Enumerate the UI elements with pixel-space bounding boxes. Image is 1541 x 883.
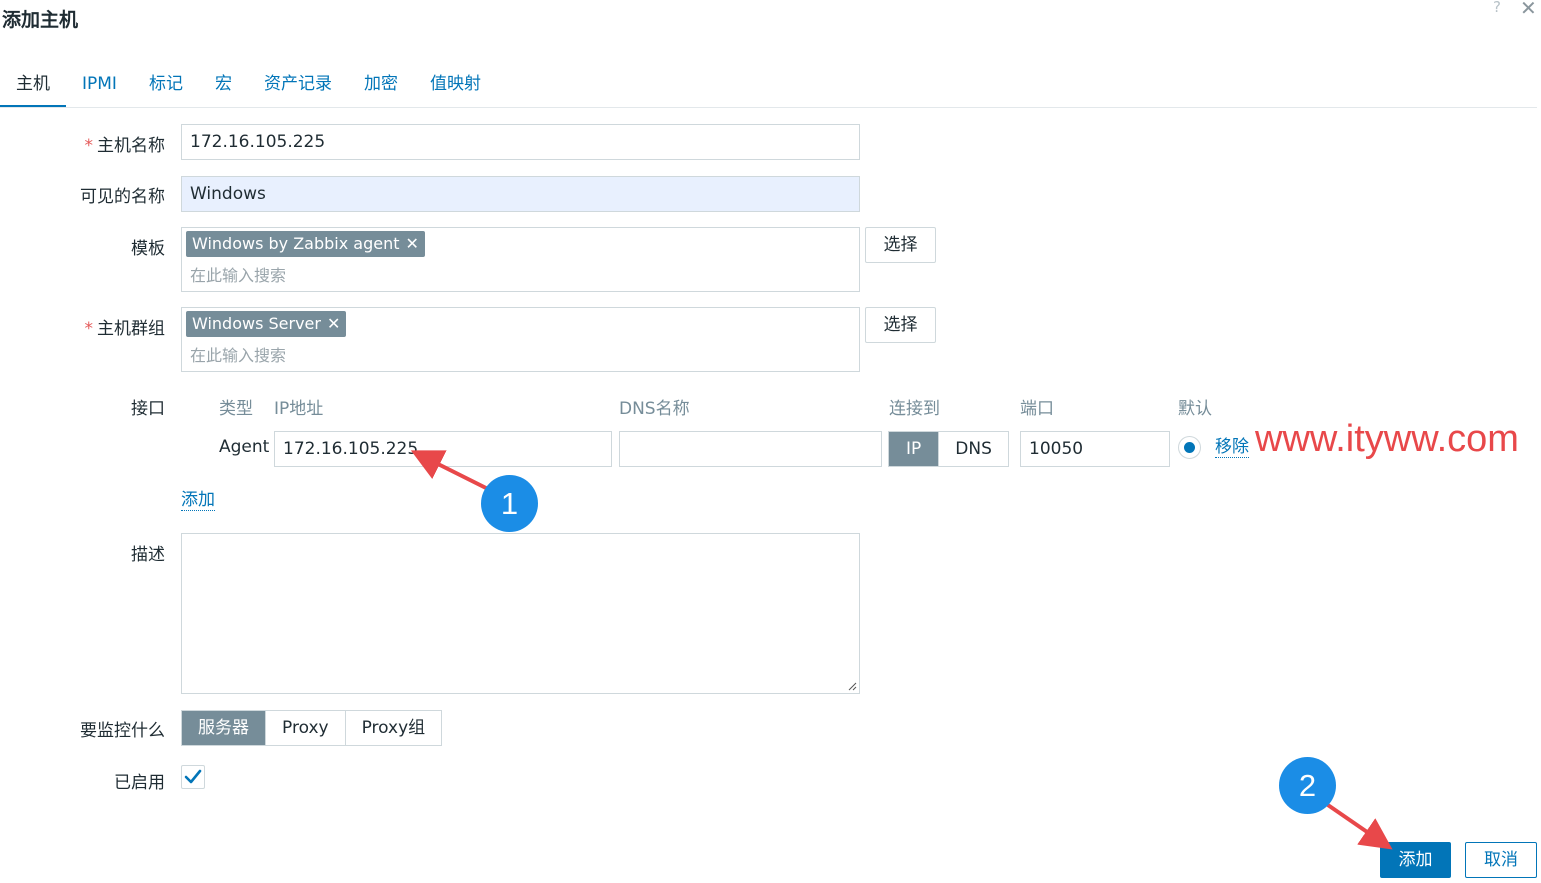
connect-to-toggle: IP DNS <box>888 431 1009 467</box>
help-icon[interactable]: ? <box>1493 0 1501 16</box>
interface-col-type: 类型 <box>219 399 253 419</box>
cancel-button[interactable]: 取消 <box>1465 842 1537 878</box>
tab-bar: 主机 IPMI 标记 宏 资产记录 加密 值映射 <box>0 70 497 108</box>
required-mark: * <box>84 136 94 156</box>
interfaces-label: 接口 <box>131 399 165 419</box>
connect-dns-option[interactable]: DNS <box>939 432 1008 466</box>
interface-col-ip: IP地址 <box>274 399 324 419</box>
step-badge-2: 2 <box>1279 757 1336 814</box>
host-groups-select-button[interactable]: 选择 <box>865 307 936 343</box>
monitored-by-label: 要监控什么 <box>80 721 165 741</box>
interface-dns-input[interactable] <box>619 431 882 467</box>
host-name-label: * 主机名称 <box>84 136 166 156</box>
resize-handle-icon[interactable] <box>847 681 857 691</box>
host-name-input[interactable]: 172.16.105.225 <box>181 124 860 160</box>
tab-inventory[interactable]: 资产记录 <box>248 70 348 108</box>
tab-tags[interactable]: 标记 <box>133 70 199 108</box>
enabled-checkbox[interactable] <box>181 765 205 789</box>
template-chip: Windows by Zabbix agent ✕ <box>186 231 425 257</box>
host-groups-search-placeholder[interactable]: 在此输入搜索 <box>190 342 286 366</box>
templates-search-placeholder[interactable]: 在此输入搜索 <box>190 262 286 286</box>
connect-ip-option[interactable]: IP <box>889 432 940 466</box>
watermark-text: www.ityww.com <box>1255 418 1519 460</box>
tab-encryption[interactable]: 加密 <box>348 70 414 108</box>
chip-remove-icon[interactable]: ✕ <box>406 234 419 253</box>
interface-col-dns: DNS名称 <box>619 399 690 419</box>
radio-dot <box>1184 442 1195 453</box>
chip-remove-icon[interactable]: ✕ <box>327 314 340 333</box>
templates-label: 模板 <box>131 239 165 259</box>
enabled-label: 已启用 <box>114 773 165 793</box>
interface-remove-link[interactable]: 移除 <box>1215 437 1249 458</box>
default-interface-radio[interactable] <box>1178 436 1201 459</box>
interface-type: Agent <box>219 437 270 457</box>
tab-host[interactable]: 主机 <box>0 70 66 108</box>
monitored-by-proxy-group[interactable]: Proxy组 <box>345 711 442 745</box>
monitored-by-server[interactable]: 服务器 <box>182 711 266 745</box>
step-badge-1: 1 <box>481 475 538 532</box>
tab-ipmi[interactable]: IPMI <box>66 70 133 108</box>
interface-col-connect-to: 连接到 <box>889 399 940 419</box>
interface-port-input[interactable]: 10050 <box>1020 431 1170 467</box>
tab-macros[interactable]: 宏 <box>199 70 248 108</box>
description-textarea[interactable] <box>181 533 860 694</box>
check-icon <box>184 769 202 784</box>
host-groups-multiselect[interactable]: Windows Server ✕ 在此输入搜索 <box>181 307 860 372</box>
required-mark: * <box>84 319 94 339</box>
templates-select-button[interactable]: 选择 <box>865 227 936 263</box>
visible-name-label: 可见的名称 <box>80 187 165 207</box>
dialog-title: 添加主机 <box>2 9 79 31</box>
interface-ip-input[interactable]: 172.16.105.225 <box>274 431 612 467</box>
monitored-by-proxy[interactable]: Proxy <box>266 711 346 745</box>
tabs-divider <box>0 107 1537 108</box>
arrow-2 <box>1323 801 1393 850</box>
monitored-by-toggle: 服务器 Proxy Proxy组 <box>181 710 443 746</box>
visible-name-input[interactable]: Windows <box>181 176 860 212</box>
templates-multiselect[interactable]: Windows by Zabbix agent ✕ 在此输入搜索 <box>181 227 860 292</box>
interface-col-port: 端口 <box>1020 399 1054 419</box>
interface-add-link[interactable]: 添加 <box>181 490 215 511</box>
add-button[interactable]: 添加 <box>1380 842 1451 878</box>
description-label: 描述 <box>131 545 165 565</box>
interface-col-default: 默认 <box>1178 399 1212 419</box>
close-icon[interactable]: ✕ <box>1520 0 1537 20</box>
host-groups-label: * 主机群组 <box>84 319 166 339</box>
host-group-chip: Windows Server ✕ <box>186 311 347 337</box>
tab-value-mapping[interactable]: 值映射 <box>414 70 497 108</box>
